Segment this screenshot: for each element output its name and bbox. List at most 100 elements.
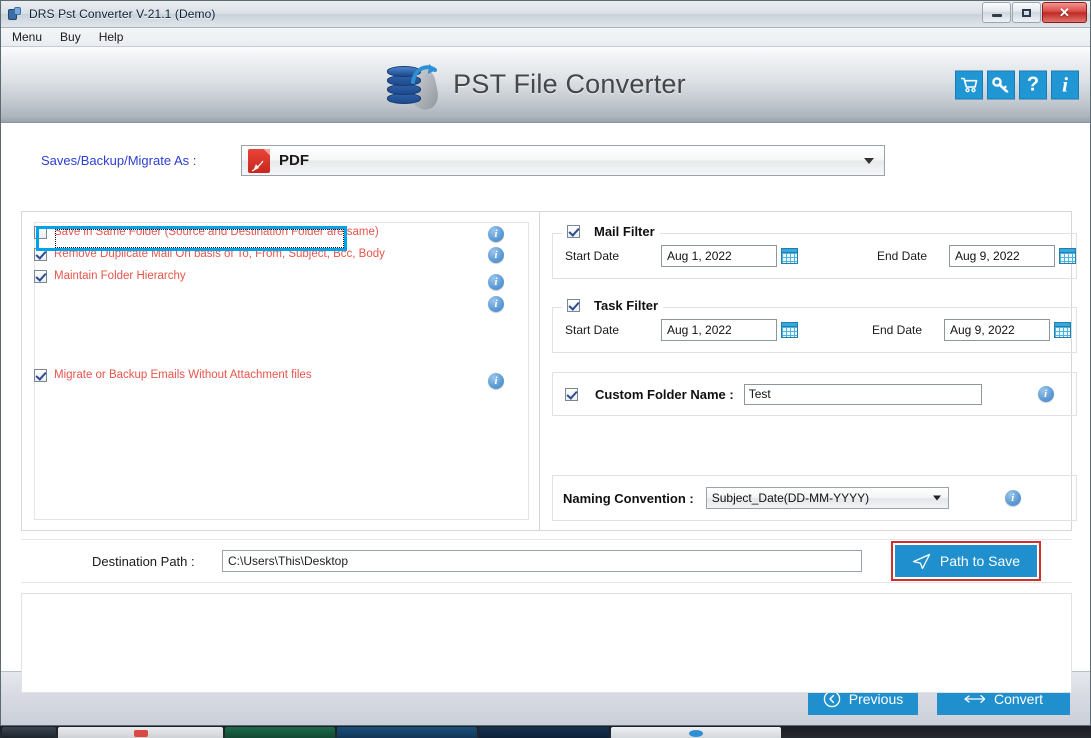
- chevron-down-icon: [932, 495, 941, 501]
- key-icon[interactable]: [987, 70, 1015, 99]
- naming-convention-dropdown[interactable]: Subject_Date(DD-MM-YYYY): [705, 487, 949, 509]
- title-bar: DRS Pst Converter V-21.1 (Demo) ✕: [1, 1, 1090, 28]
- checkbox-save-same-folder[interactable]: [34, 225, 47, 239]
- app-icon: [7, 6, 23, 22]
- menu-item-menu[interactable]: Menu: [10, 29, 44, 45]
- maximize-icon: [1022, 8, 1031, 17]
- taskbar-item[interactable]: [479, 727, 609, 738]
- menu-item-buy[interactable]: Buy: [58, 29, 83, 45]
- application-window: DRS Pst Converter V-21.1 (Demo) ✕ Menu B…: [0, 0, 1091, 726]
- path-to-save-label: Path to Save: [939, 553, 1021, 569]
- info-glyph: i: [1062, 72, 1068, 96]
- info-icon-2[interactable]: i: [488, 247, 504, 263]
- mail-filter-box: Start Date Aug 1, 2022 End Date Aug 9, 2…: [552, 233, 1077, 279]
- naming-convention-title: Naming Convention :: [563, 490, 694, 506]
- option-label: Migrate or Backup Emails Without Attachm…: [54, 369, 312, 381]
- path-to-save-button[interactable]: Path to Save: [895, 545, 1037, 577]
- app-logo-icon: [385, 60, 441, 113]
- info-icon-4[interactable]: i: [488, 296, 504, 312]
- banner-title: PST File Converter: [453, 69, 686, 99]
- minimize-button[interactable]: [982, 2, 1011, 23]
- window-title: DRS Pst Converter V-21.1 (Demo): [29, 7, 216, 21]
- main-content: Saves/Backup/Migrate As : PDF Save in Sa…: [1, 123, 1090, 693]
- option-row-without-attachments[interactable]: Migrate or Backup Emails Without Attachm…: [34, 364, 385, 386]
- app-banner: PST File Converter ? i: [1, 47, 1090, 123]
- window-controls: ✕: [982, 2, 1087, 23]
- info-icon-3[interactable]: i: [488, 274, 504, 290]
- destination-row: Destination Path : C:\Users\This\Desktop…: [21, 539, 1072, 583]
- option-row-maintain-hierarchy[interactable]: Maintain Folder Hierarchy: [34, 265, 385, 287]
- options-panels: Save in Same Folder (Source and Destinat…: [21, 211, 1077, 531]
- option-row-remove-duplicate[interactable]: Remove Duplicate Mail On basis of To, Fr…: [34, 243, 385, 265]
- taskbar-item[interactable]: [225, 727, 335, 738]
- mail-end-date-label: End Date: [877, 249, 928, 263]
- taskbar-item[interactable]: [337, 727, 477, 738]
- checkbox-mail-filter[interactable]: [567, 225, 580, 238]
- banner-icon-group: ? i: [955, 70, 1079, 99]
- checkbox-without-attachments[interactable]: [34, 368, 47, 382]
- task-start-date-input[interactable]: Aug 1, 2022: [661, 319, 777, 341]
- option-label: Save in Same Folder (Source and Destinat…: [54, 226, 379, 238]
- pdf-file-icon: [248, 148, 270, 173]
- task-filter-header[interactable]: Task Filter: [562, 298, 664, 313]
- task-filter-box: Start Date Aug 1, 2022 End Date Aug 9, 2…: [552, 307, 1077, 353]
- taskbar-item[interactable]: [58, 727, 223, 738]
- convert-arrow-icon: [411, 63, 438, 84]
- mail-start-date-input[interactable]: Aug 1, 2022: [661, 245, 777, 267]
- info-icon-naming-convention[interactable]: i: [1004, 490, 1021, 506]
- paper-plane-icon: [912, 553, 931, 569]
- info-icon-5[interactable]: i: [488, 373, 504, 389]
- help-glyph: ?: [1026, 73, 1040, 96]
- info-icon-1[interactable]: i: [488, 226, 504, 242]
- close-button[interactable]: ✕: [1042, 2, 1087, 23]
- custom-folder-title: Custom Folder Name :: [595, 386, 734, 402]
- custom-folder-box: Custom Folder Name : Test i: [552, 372, 1077, 416]
- mail-start-date-label: Start Date: [565, 249, 620, 263]
- calendar-icon[interactable]: [1059, 248, 1076, 264]
- status-log-panel: [21, 593, 1072, 693]
- cart-icon[interactable]: [955, 70, 983, 99]
- checkbox-maintain-hierarchy[interactable]: [34, 269, 47, 283]
- custom-folder-input[interactable]: Test: [743, 383, 982, 405]
- calendar-icon[interactable]: [781, 322, 798, 338]
- calendar-icon[interactable]: [1054, 322, 1071, 338]
- taskbar-item[interactable]: [611, 727, 781, 738]
- format-label: Saves/Backup/Migrate As :: [41, 153, 197, 168]
- format-selected-value: PDF: [279, 152, 309, 169]
- checkbox-remove-duplicate[interactable]: [34, 247, 47, 261]
- format-dropdown[interactable]: PDF: [241, 145, 885, 176]
- format-row: Saves/Backup/Migrate As : PDF: [1, 123, 1090, 181]
- close-icon: ✕: [1059, 5, 1070, 20]
- minimize-icon: [991, 13, 1002, 17]
- left-options-panel: Save in Same Folder (Source and Destinat…: [22, 212, 540, 530]
- destination-path-input[interactable]: C:\Users\This\Desktop: [222, 550, 862, 572]
- mail-filter-title: Mail Filter: [594, 224, 655, 239]
- help-icon[interactable]: ?: [1019, 70, 1047, 99]
- task-end-date-label: End Date: [872, 323, 923, 337]
- brand: PST File Converter: [385, 60, 686, 113]
- checkbox-task-filter[interactable]: [567, 299, 580, 312]
- maximize-button[interactable]: [1012, 2, 1041, 23]
- mail-filter-header[interactable]: Mail Filter: [562, 224, 660, 239]
- mail-end-date-input[interactable]: Aug 9, 2022: [949, 245, 1055, 267]
- menu-item-help[interactable]: Help: [97, 29, 126, 45]
- task-start-date-label: Start Date: [565, 323, 620, 337]
- task-end-date-input[interactable]: Aug 9, 2022: [944, 319, 1050, 341]
- task-filter-title: Task Filter: [594, 298, 659, 313]
- option-label: Remove Duplicate Mail On basis of To, Fr…: [54, 248, 385, 260]
- mail-filter-group: Mail Filter Start Date Aug 1, 2022 End D…: [552, 224, 1077, 279]
- path-to-save-highlight: Path to Save: [891, 541, 1041, 581]
- checkbox-custom-folder[interactable]: [565, 387, 578, 401]
- calendar-icon[interactable]: [781, 248, 798, 264]
- task-filter-dates: Start Date Aug 1, 2022 End Date Aug 9, 2…: [553, 308, 1076, 352]
- os-taskbar: [0, 726, 1091, 738]
- right-options-panel: Mail Filter Start Date Aug 1, 2022 End D…: [540, 212, 1089, 530]
- start-button[interactable]: [2, 727, 56, 738]
- info-icon-custom-folder[interactable]: i: [1037, 386, 1054, 402]
- naming-convention-value: Subject_Date(DD-MM-YYYY): [711, 491, 870, 505]
- option-checkbox-list: Save in Same Folder (Source and Destinat…: [34, 221, 385, 386]
- task-filter-group: Task Filter Start Date Aug 1, 2022 End D…: [552, 298, 1077, 353]
- info-icon[interactable]: i: [1051, 70, 1079, 99]
- destination-path-label: Destination Path :: [92, 553, 195, 569]
- option-row-save-same-folder[interactable]: Save in Same Folder (Source and Destinat…: [34, 221, 385, 243]
